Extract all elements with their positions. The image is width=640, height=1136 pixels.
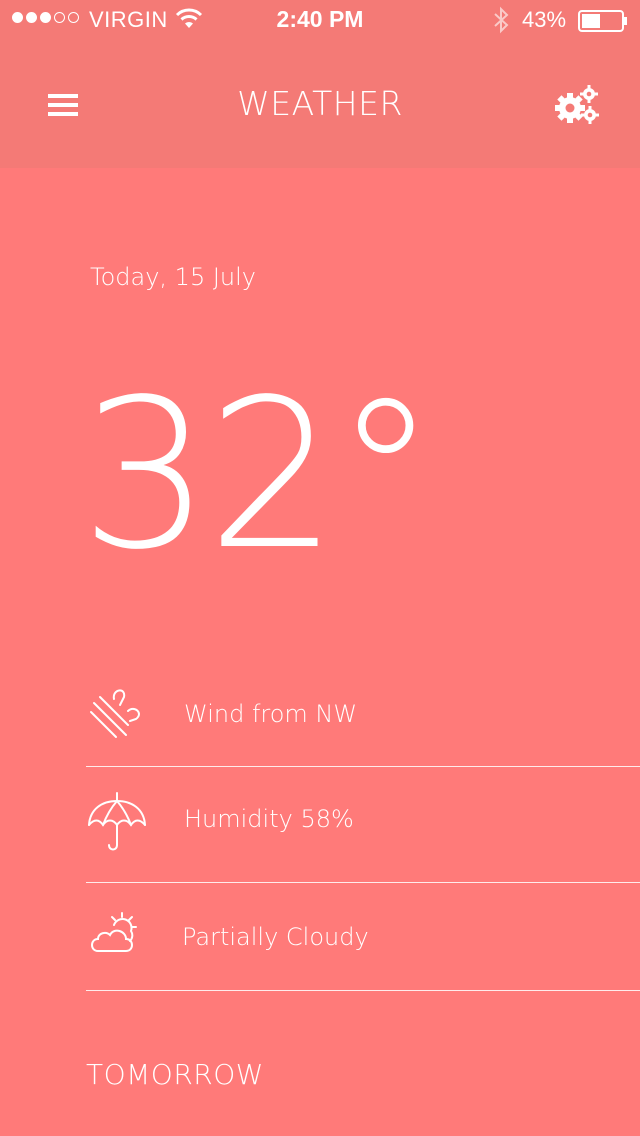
battery-percentage: 43% xyxy=(522,7,567,32)
battery-icon xyxy=(578,10,627,32)
umbrella-icon xyxy=(88,792,146,851)
current-date: Today, 15 July xyxy=(90,263,256,291)
current-temperature: 32° xyxy=(80,355,437,595)
partly-cloudy-icon xyxy=(91,912,137,952)
sky-condition-row: Partially Cloudy xyxy=(86,881,640,991)
wind-icon xyxy=(90,689,140,738)
bluetooth-icon xyxy=(494,6,509,34)
wind-label: Wind from NW xyxy=(184,700,358,728)
settings-gears-icon[interactable] xyxy=(552,84,600,126)
status-bar: VIRGIN 2:40 PM 43% xyxy=(0,0,640,40)
humidity-label: Humidity 58% xyxy=(184,805,354,833)
page-title: WEATHER xyxy=(237,84,403,123)
wind-row: Wind from NW xyxy=(86,657,640,767)
divider xyxy=(86,766,640,767)
humidity-row: Humidity 58% xyxy=(86,773,640,883)
divider xyxy=(86,990,640,991)
tomorrow-heading[interactable]: TOMORROW xyxy=(86,1058,264,1091)
sky-condition-label: Partially Cloudy xyxy=(182,923,369,951)
